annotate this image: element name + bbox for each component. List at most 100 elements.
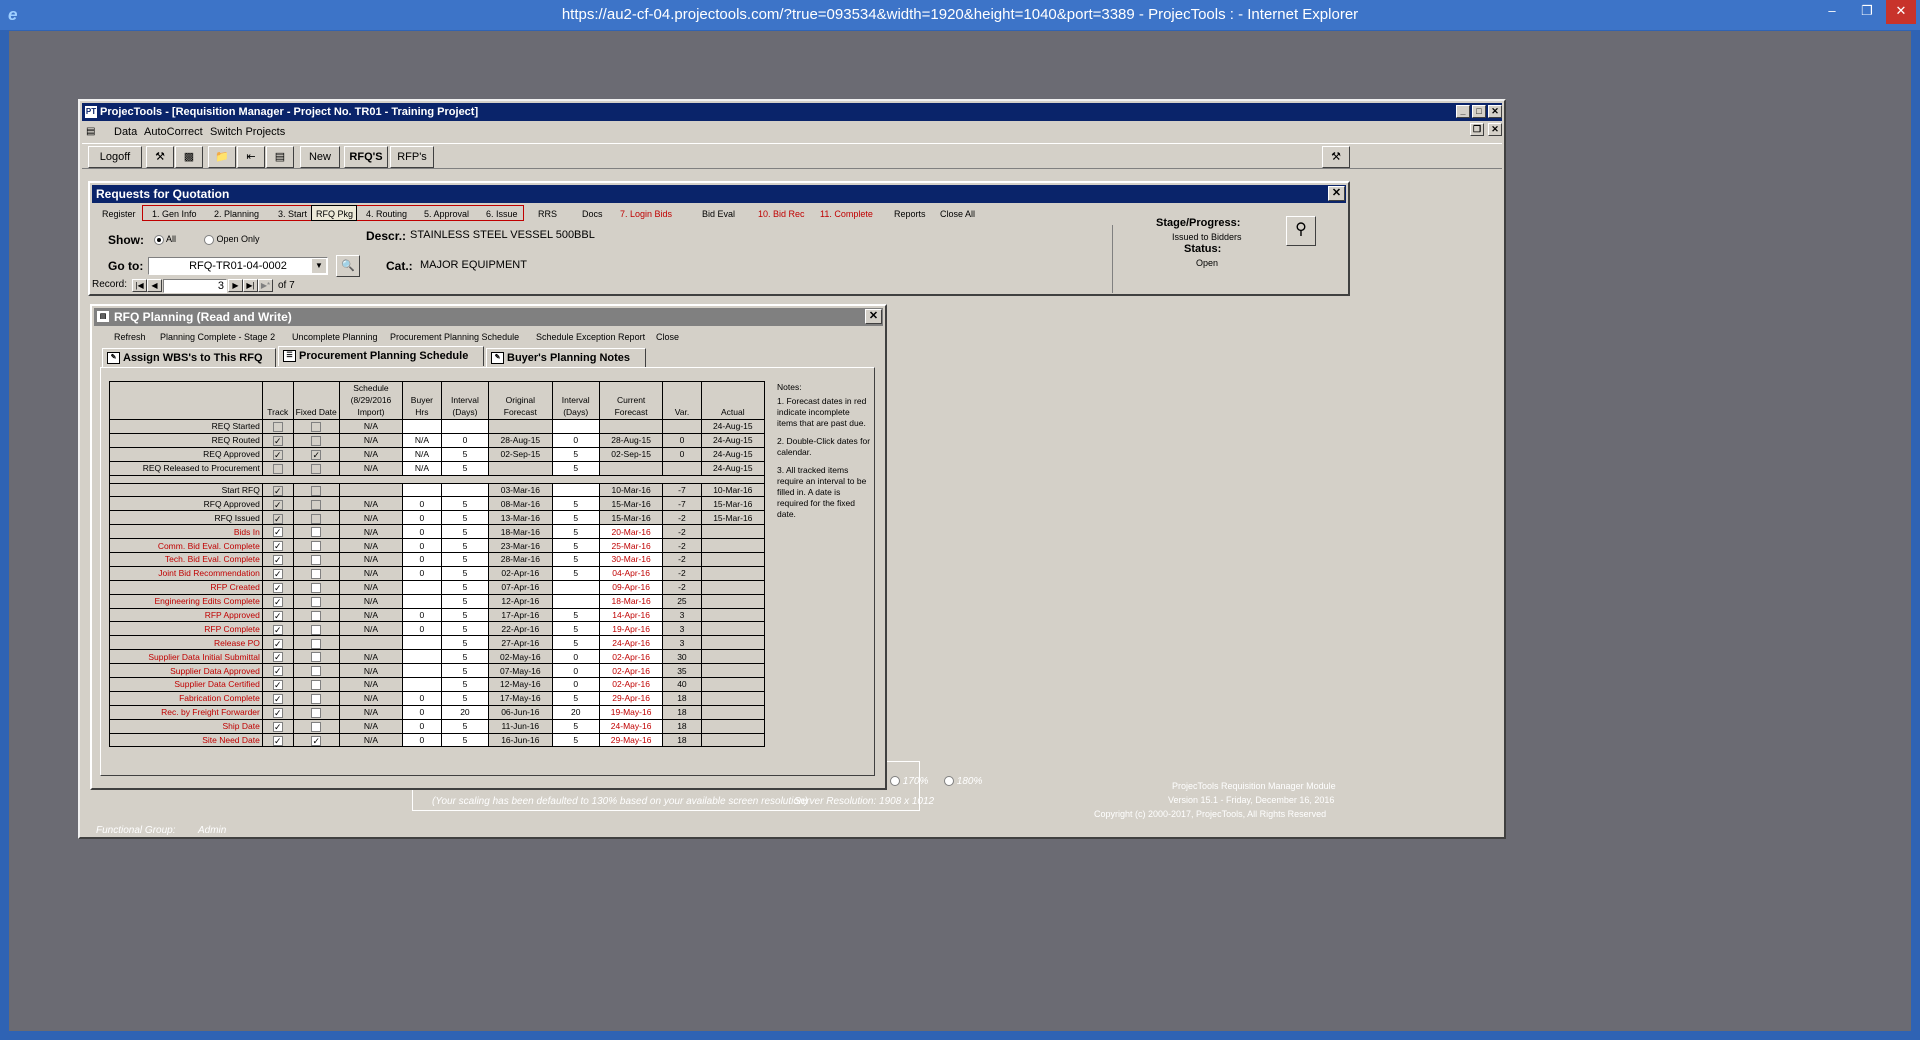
actual-cell[interactable]: 24-Aug-15	[700, 446, 766, 462]
procurement-planning-schedule[interactable]: Procurement Planning Schedule	[390, 328, 519, 346]
actual-cell[interactable]: 24-Aug-15	[700, 419, 766, 434]
orig-forecast-cell[interactable]: 28-Mar-16	[488, 552, 553, 567]
interval1-input[interactable]: 5	[440, 732, 490, 748]
interval1-input[interactable]: 5	[440, 649, 490, 665]
tools-icon[interactable]: ⚒	[146, 146, 174, 168]
buyer-hrs-input[interactable]: 0	[402, 690, 442, 706]
fixed-date-checkbox[interactable]	[311, 582, 322, 593]
actual-cell[interactable]: 24-Aug-15	[700, 432, 766, 448]
new-record-icon[interactable]: ▶*	[258, 279, 273, 292]
fixed-date-checkbox[interactable]	[311, 422, 322, 433]
curr-forecast-cell[interactable]: 02-Apr-16	[598, 677, 664, 692]
track-checkbox[interactable]: ✓	[272, 485, 283, 496]
nav-routing[interactable]: 4. Routing	[366, 205, 407, 223]
orig-forecast-cell[interactable]: 16-Jun-16	[488, 732, 553, 748]
interval1-input[interactable]: 5	[440, 677, 490, 692]
fixed-date-checkbox[interactable]	[311, 680, 322, 691]
track-checkbox[interactable]: ✓	[272, 735, 283, 746]
curr-forecast-cell[interactable]: 24-May-16	[598, 718, 664, 734]
nav-rfq-pkg[interactable]: RFQ Pkg	[316, 205, 353, 223]
first-record-icon[interactable]: |◀	[132, 279, 147, 292]
curr-forecast-cell[interactable]: 30-Mar-16	[598, 552, 664, 567]
buyer-hrs-input[interactable]	[402, 482, 442, 498]
nav-close-all[interactable]: Close All	[940, 205, 975, 223]
interval2-input[interactable]	[551, 482, 600, 498]
interval2-input[interactable]: 5	[551, 460, 600, 476]
orig-forecast-cell[interactable]: 11-Jun-16	[488, 718, 553, 734]
next-record-icon[interactable]: ▶	[228, 279, 243, 292]
interval2-input[interactable]: 5	[551, 446, 600, 462]
nav-bid-rec[interactable]: 10. Bid Rec	[758, 205, 805, 223]
orig-forecast-cell[interactable]: 02-May-16	[488, 649, 553, 665]
fixed-date-checkbox[interactable]	[311, 610, 322, 621]
fixed-date-checkbox[interactable]	[311, 624, 322, 635]
buyer-hrs-input[interactable]: 0	[402, 607, 442, 623]
interval2-input[interactable]: 0	[551, 432, 600, 448]
actual-cell[interactable]	[700, 607, 766, 623]
fixed-date-checkbox[interactable]	[311, 499, 322, 510]
minimize-icon[interactable]: –	[1817, 0, 1847, 24]
curr-forecast-cell[interactable]: 18-Mar-16	[598, 593, 664, 609]
curr-forecast-cell[interactable]: 04-Apr-16	[598, 565, 664, 581]
nav-reports[interactable]: Reports	[894, 205, 926, 223]
interval2-input[interactable]: 0	[551, 677, 600, 692]
uncomplete-planning[interactable]: Uncomplete Planning	[292, 328, 378, 346]
rfqs-button[interactable]: RFQ'S	[344, 146, 388, 168]
interval1-input[interactable]: 5	[440, 496, 490, 512]
orig-forecast-cell[interactable]: 22-Apr-16	[488, 621, 553, 637]
curr-forecast-cell[interactable]: 29-Apr-16	[598, 690, 664, 706]
fixed-date-checkbox[interactable]	[311, 666, 322, 677]
planning-refresh[interactable]: Refresh	[114, 328, 146, 346]
actual-cell[interactable]	[700, 677, 766, 692]
rfq-close-icon[interactable]: ✕	[1328, 186, 1345, 201]
interval1-input[interactable]: 5	[440, 565, 490, 581]
track-checkbox[interactable]: ✓	[272, 596, 283, 607]
interval1-input[interactable]: 5	[440, 579, 490, 595]
buyer-hrs-input[interactable]: N/A	[402, 460, 442, 476]
interval1-input[interactable]: 5	[440, 524, 490, 540]
interval1-input[interactable]: 5	[440, 718, 490, 734]
orig-forecast-cell[interactable]: 28-Aug-15	[488, 432, 553, 448]
interval1-input[interactable]: 5	[440, 460, 490, 476]
goto-select[interactable]: RFQ-TR01-04-0002 ▼	[148, 257, 328, 275]
interval2-input[interactable]: 5	[551, 524, 600, 540]
record-input[interactable]: 3	[163, 279, 227, 293]
settings-icon[interactable]: ⚒	[1322, 146, 1350, 168]
track-checkbox[interactable]: ✓	[272, 436, 283, 447]
orig-forecast-cell[interactable]: 27-Apr-16	[488, 635, 553, 651]
curr-forecast-cell[interactable]: 19-May-16	[598, 704, 664, 720]
orig-forecast-cell[interactable]: 02-Apr-16	[488, 565, 553, 581]
curr-forecast-cell[interactable]: 19-Apr-16	[598, 621, 664, 637]
interval1-input[interactable]: 5	[440, 663, 490, 679]
actual-cell[interactable]	[700, 732, 766, 748]
orig-forecast-cell[interactable]: 17-May-16	[488, 690, 553, 706]
actual-cell[interactable]	[700, 565, 766, 581]
actual-cell[interactable]	[700, 593, 766, 609]
orig-forecast-cell[interactable]: 02-Sep-15	[488, 446, 553, 462]
interval2-input[interactable]: 5	[551, 538, 600, 554]
fixed-date-checkbox[interactable]	[311, 541, 322, 552]
orig-forecast-cell[interactable]: 17-Apr-16	[488, 607, 553, 623]
actual-cell[interactable]: 15-Mar-16	[700, 496, 766, 512]
orig-forecast-cell[interactable]: 12-Apr-16	[488, 593, 553, 609]
interval2-input[interactable]: 5	[551, 496, 600, 512]
curr-forecast-cell[interactable]: 28-Aug-15	[598, 432, 664, 448]
tab-procurement-schedule[interactable]: ☰ Procurement Planning Schedule	[278, 346, 484, 366]
buyer-hrs-input[interactable]	[402, 677, 442, 692]
track-checkbox[interactable]: ✓	[272, 513, 283, 524]
track-checkbox[interactable]: ✓	[272, 666, 283, 677]
orig-forecast-cell[interactable]: 18-Mar-16	[488, 524, 553, 540]
planning-close-icon[interactable]: ✕	[865, 309, 882, 324]
search-icon[interactable]: ⚲	[1286, 216, 1316, 246]
interval2-input[interactable]: 5	[551, 552, 600, 567]
track-checkbox[interactable]: ✓	[272, 680, 283, 691]
fixed-date-checkbox[interactable]	[311, 638, 322, 649]
orig-forecast-cell[interactable]: 08-Mar-16	[488, 496, 553, 512]
interval2-input[interactable]: 5	[551, 718, 600, 734]
orig-forecast-cell[interactable]	[488, 419, 553, 434]
actual-cell[interactable]	[700, 649, 766, 665]
track-checkbox[interactable]: ✓	[272, 610, 283, 621]
interval1-input[interactable]: 5	[440, 607, 490, 623]
interval1-input[interactable]	[440, 482, 490, 498]
show-all-radio[interactable]: All	[154, 234, 176, 245]
